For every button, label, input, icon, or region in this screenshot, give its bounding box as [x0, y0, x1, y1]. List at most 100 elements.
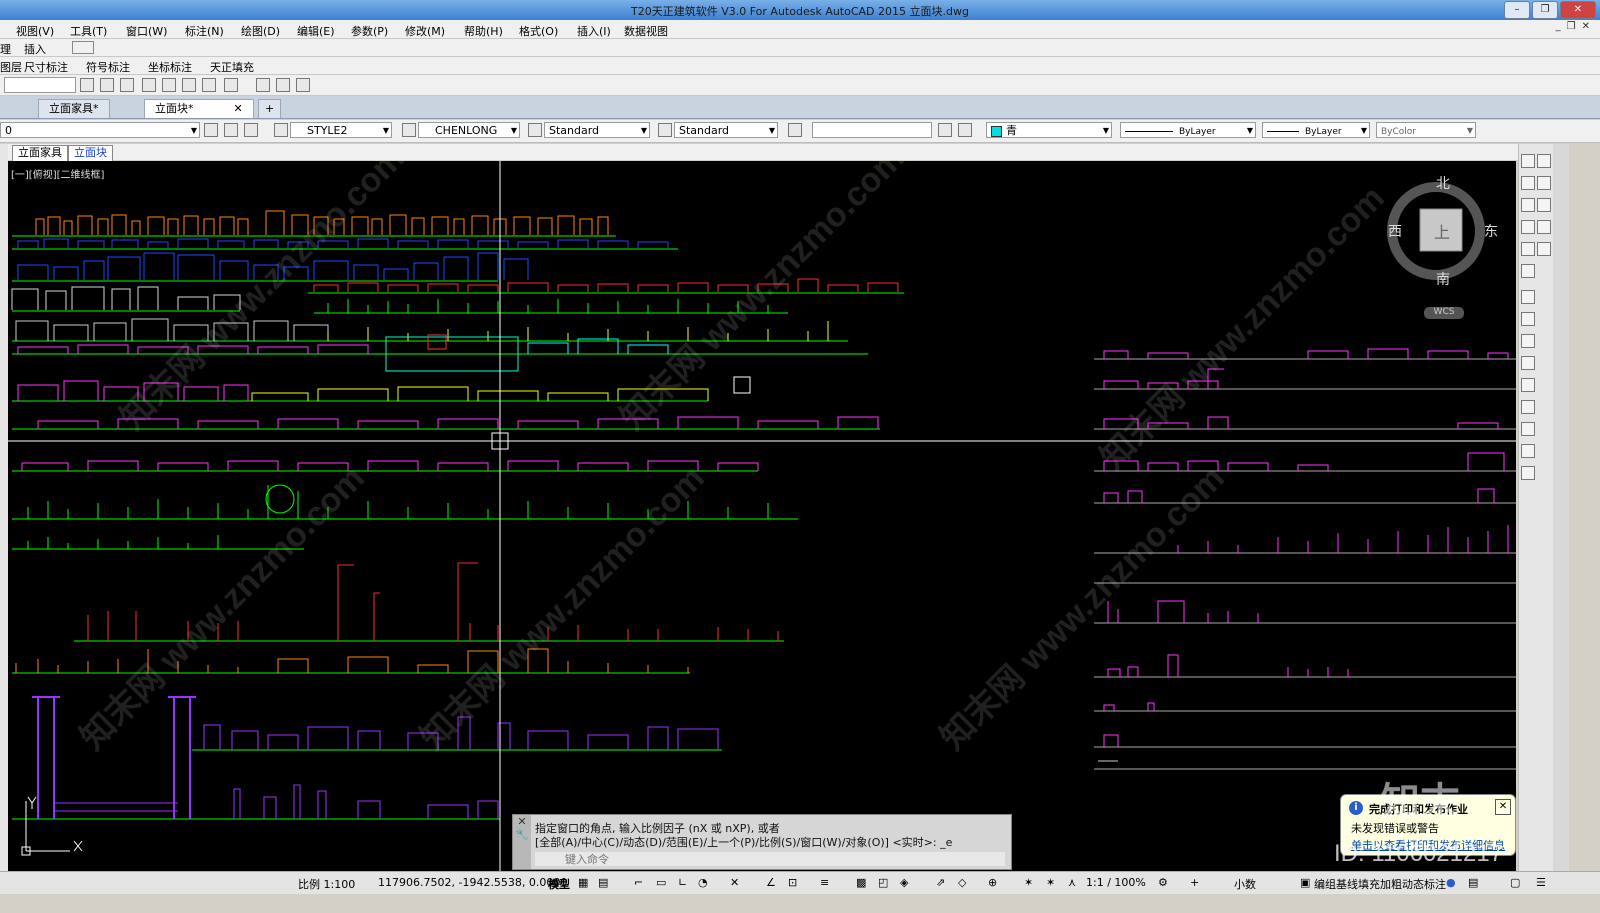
- menu-tools[interactable]: 工具(T): [70, 23, 107, 39]
- menu-draw[interactable]: 绘图(D): [241, 23, 280, 39]
- compass-south[interactable]: 南: [1436, 269, 1450, 289]
- gradient-tool-icon[interactable]: [1521, 422, 1535, 436]
- close-button[interactable]: ✕: [1560, 1, 1596, 19]
- model-space-toggle[interactable]: 模型: [548, 876, 570, 892]
- layer-previous-icon[interactable]: [244, 123, 258, 137]
- viewport-label[interactable]: [一][俯视][二维线框]: [11, 166, 104, 181]
- isolate-icon[interactable]: [938, 123, 952, 137]
- menu-view[interactable]: 视图(V): [16, 23, 54, 39]
- linetype-dropdown[interactable]: ByLayer ▼: [1120, 122, 1256, 138]
- dynamic-input-icon[interactable]: ▭: [656, 876, 666, 889]
- annotation-scale-value[interactable]: 1:1 / 100%: [1086, 876, 1146, 889]
- hatch-tool-icon[interactable]: [1521, 400, 1535, 414]
- command-line-handle[interactable]: ✕ 🔧: [513, 815, 531, 869]
- drawing-canvas[interactable]: [一][俯视][二维线框] 北 南 东 西 上 WCS 知末网 www.znzm…: [8, 161, 1516, 871]
- annotation-scale-icon[interactable]: ⋏: [1068, 876, 1076, 889]
- tianzheng-status[interactable]: 编组基线填充加粗动态标注: [1314, 876, 1446, 892]
- layout-tab-blocks[interactable]: 立面块: [68, 145, 113, 161]
- spline-tool-icon[interactable]: [1521, 290, 1535, 304]
- rectangle-tool-icon[interactable]: [1521, 220, 1535, 234]
- doc-tab-elevation-blocks[interactable]: 立面块* ✕: [144, 99, 254, 118]
- undo-icon[interactable]: [224, 78, 238, 92]
- polyline-tool-icon[interactable]: [1521, 176, 1535, 190]
- coordinates-readout[interactable]: 117906.7502, -1942.5538, 0.0000: [378, 876, 567, 889]
- layer-dropdown[interactable]: 0 ▼: [0, 122, 200, 138]
- otrack-icon[interactable]: ∠: [766, 876, 776, 889]
- polar-icon[interactable]: ◔: [698, 876, 708, 889]
- auto-scale-icon[interactable]: ✶: [1046, 876, 1055, 889]
- minimize-button[interactable]: –: [1504, 1, 1530, 19]
- mirror-tool-icon[interactable]: [1537, 198, 1551, 212]
- publish-icon[interactable]: [296, 78, 310, 92]
- isolate-objects-icon[interactable]: ●: [1446, 876, 1456, 889]
- circle-tool-icon[interactable]: [1521, 264, 1535, 278]
- arc-tool-icon[interactable]: [1521, 242, 1535, 256]
- command-input[interactable]: [535, 852, 1005, 866]
- copy-tool-icon[interactable]: [1537, 176, 1551, 190]
- toolbar-layer[interactable]: 图层: [0, 59, 22, 75]
- restore-button[interactable]: ❐: [1532, 1, 1558, 19]
- copy-icon[interactable]: [120, 78, 134, 92]
- layer-state-icon[interactable]: [224, 123, 238, 137]
- lineweight-icon[interactable]: ≡: [820, 876, 829, 889]
- toolbar-dimension[interactable]: 尺寸标注: [24, 59, 68, 75]
- compass-north[interactable]: 北: [1436, 173, 1450, 193]
- mleader-style-icon[interactable]: [658, 123, 672, 137]
- table-style-icon[interactable]: [528, 123, 542, 137]
- menu-insert[interactable]: 插入(I): [577, 23, 611, 39]
- annotation-visibility-icon[interactable]: ✶: [1024, 876, 1033, 889]
- compass-east[interactable]: 东: [1484, 221, 1498, 241]
- mdi-window-controls[interactable]: _❐✕: [1556, 21, 1596, 32]
- open-file-icon[interactable]: [162, 78, 176, 92]
- doc-tab-furniture[interactable]: 立面家具*: [38, 99, 110, 118]
- menu-dimension[interactable]: 标注(N): [185, 23, 224, 39]
- add-icon[interactable]: +: [1190, 876, 1199, 889]
- region-tool-icon[interactable]: [1521, 444, 1535, 458]
- menu-parameters[interactable]: 参数(P): [351, 23, 388, 39]
- ducs-icon[interactable]: ⊡: [788, 876, 797, 889]
- lock-icon[interactable]: ▣: [1300, 876, 1310, 889]
- layout-tab-furniture[interactable]: 立面家具: [12, 145, 68, 161]
- layer-filter-field[interactable]: [812, 122, 932, 138]
- properties-icon[interactable]: [100, 78, 114, 92]
- menu-modify[interactable]: 修改(M): [405, 23, 445, 39]
- line-tool-icon[interactable]: [1521, 154, 1535, 168]
- menu-modify-edit[interactable]: 编辑(E): [297, 23, 335, 39]
- gizmo-icon[interactable]: ⊕: [988, 876, 997, 889]
- scale-dropdown[interactable]: 比例 1:100: [298, 876, 355, 892]
- array-tool-icon[interactable]: [1537, 242, 1551, 256]
- customization-icon[interactable]: ☰: [1536, 876, 1546, 889]
- 3d-osnap-icon[interactable]: ◈: [900, 876, 908, 889]
- erase-tool-icon[interactable]: [1537, 154, 1551, 168]
- workspace-gear-icon[interactable]: ⚙: [1158, 876, 1168, 889]
- dim-style-icon[interactable]: [402, 123, 416, 137]
- new-tab-button[interactable]: +: [258, 99, 282, 118]
- compass-west[interactable]: 西: [1388, 221, 1402, 241]
- dim-style-dropdown[interactable]: CHENLONG ▼: [418, 122, 520, 138]
- close-icon[interactable]: ✕: [1495, 799, 1511, 815]
- table-tool-icon[interactable]: [1521, 466, 1535, 480]
- snap-icon[interactable]: ▤: [598, 876, 608, 889]
- infer-icon[interactable]: ⌐: [634, 876, 643, 889]
- table-style-dropdown[interactable]: Standard ▼: [544, 122, 650, 138]
- layer-match-icon[interactable]: [788, 123, 802, 137]
- insert-block-icon[interactable]: [1521, 334, 1535, 348]
- close-icon[interactable]: ✕: [234, 102, 243, 115]
- text-style-dropdown[interactable]: STYLE2 ▼: [290, 122, 392, 138]
- ribbon-tab-insert[interactable]: 插入: [24, 41, 46, 57]
- erase-icon[interactable]: [80, 78, 94, 92]
- ortho-icon[interactable]: ∟: [678, 876, 687, 889]
- osnap-icon[interactable]: ✕: [730, 876, 739, 889]
- toolbar-coordinate[interactable]: 坐标标注: [148, 59, 192, 75]
- layer-properties-icon[interactable]: [204, 123, 218, 137]
- clean-screen-icon[interactable]: ▢: [1510, 876, 1520, 889]
- plot-icon[interactable]: [256, 78, 270, 92]
- dropdown-icon[interactable]: [72, 41, 94, 54]
- vertical-scrollbar[interactable]: [1553, 144, 1569, 871]
- selection-filter-icon[interactable]: ◇: [958, 876, 966, 889]
- hardware-acceleration-icon[interactable]: ▤: [1468, 876, 1478, 889]
- point-tool-icon[interactable]: [1521, 378, 1535, 392]
- offset-tool-icon[interactable]: [1537, 220, 1551, 234]
- transparency-icon[interactable]: ▩: [856, 876, 866, 889]
- mleader-style-dropdown[interactable]: Standard ▼: [674, 122, 778, 138]
